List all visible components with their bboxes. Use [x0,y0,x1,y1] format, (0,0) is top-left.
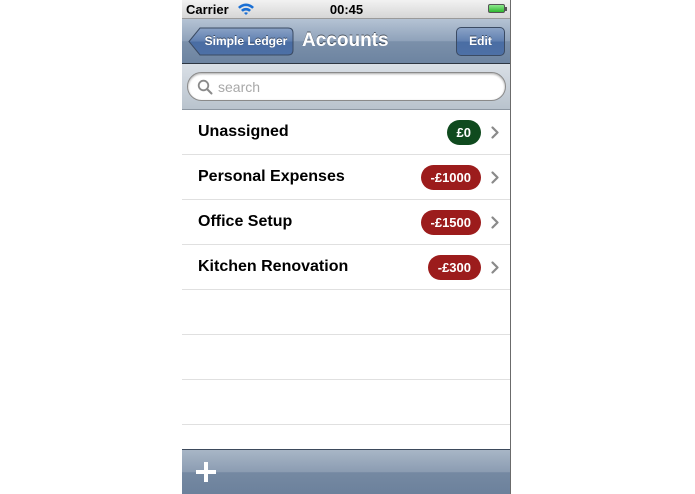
account-row-personal-expenses[interactable]: Personal Expenses -£1000 [182,155,510,200]
status-bar: Carrier 00:45 [182,0,510,19]
account-row-unassigned[interactable]: Unassigned £0 [182,110,510,155]
bottom-toolbar [182,449,510,494]
empty-row [182,290,510,335]
account-row-kitchen-renovation[interactable]: Kitchen Renovation -£300 [182,245,510,290]
account-name: Unassigned [198,123,289,140]
chevron-right-icon [491,216,499,229]
clock: 00:45 [329,2,364,17]
chevron-right-icon [491,126,499,139]
battery-icon [488,4,507,13]
account-name: Kitchen Renovation [198,258,349,275]
account-list: Unassigned £0 Personal Expenses -£1000 O… [182,110,510,425]
chevron-right-icon [491,171,499,184]
plus-icon[interactable] [194,460,218,484]
back-button-label: Simple Ledger [204,34,288,48]
page-title: Accounts [302,30,389,51]
balance-badge: £0 [446,120,481,145]
chevron-right-icon [491,261,499,274]
account-name: Personal Expenses [198,168,345,185]
edit-button[interactable]: Edit [456,27,505,56]
search-input[interactable] [218,77,488,96]
balance-badge: -£1000 [420,165,481,190]
empty-row [182,380,510,425]
balance-badge: -£1500 [420,210,481,235]
search-icon [197,79,213,95]
account-row-office-setup[interactable]: Office Setup -£1500 [182,200,510,245]
phone-screen: Carrier 00:45 Simple Ledger Accounts Edi… [182,0,511,494]
search-field[interactable] [187,72,506,101]
account-name: Office Setup [198,213,293,230]
balance-badge: -£300 [427,255,481,280]
search-bar [182,64,510,110]
empty-row [182,335,510,380]
back-button[interactable]: Simple Ledger [188,27,294,56]
navigation-bar: Simple Ledger Accounts Edit [182,19,510,64]
